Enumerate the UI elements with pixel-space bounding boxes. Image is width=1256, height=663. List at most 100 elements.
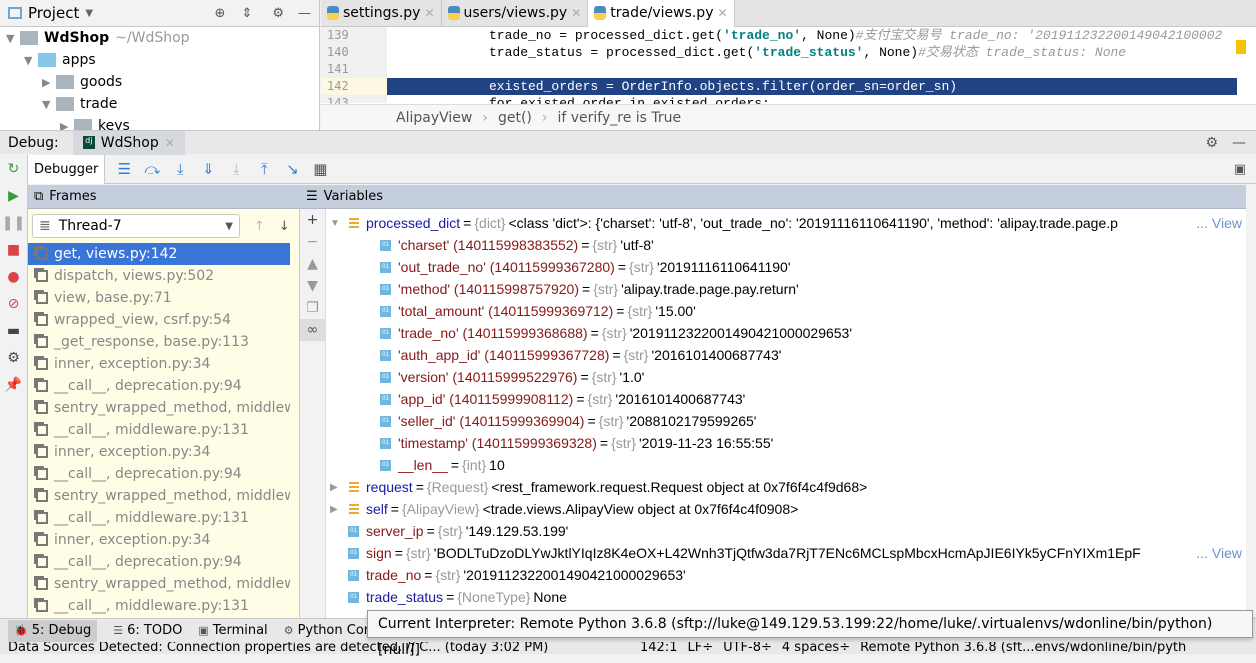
pause-icon[interactable]: ❚❚ xyxy=(0,209,27,236)
frame-item[interactable]: __call__, middleware.py:131 xyxy=(28,595,290,617)
close-icon[interactable]: ✕ xyxy=(717,6,727,20)
force-step-into-icon[interactable]: ⤓ xyxy=(227,160,245,178)
settings-icon[interactable]: ⚙ xyxy=(0,344,27,371)
frame-item[interactable]: view, base.py:71 xyxy=(28,287,290,309)
frame-item[interactable]: sentry_wrapped_method, middleware.py:124 xyxy=(28,573,290,595)
breadcrumb-item[interactable]: AlipayView xyxy=(396,110,472,126)
variable-row[interactable]: 01 'trade_no' (140115999368688) = {str} '201… xyxy=(330,322,1242,344)
variable-row[interactable]: 01 trade_status = {NoneType} None xyxy=(330,586,1242,608)
project-title[interactable]: Project xyxy=(28,4,79,22)
variable-row[interactable]: 01 trade_no = {str} '20191123220014904210000… xyxy=(330,564,1242,586)
variable-row[interactable]: 01 server_ip = {str} '149.129.53.199' xyxy=(330,520,1242,542)
variable-row[interactable]: ▼ processed_dict = {dict} <class 'dict'>: {'… xyxy=(330,212,1242,234)
editor-tab[interactable]: users/views.py ✕ xyxy=(442,0,589,27)
close-icon[interactable]: ✕ xyxy=(571,6,581,20)
evaluate-expression-icon[interactable]: ▦ xyxy=(311,160,329,178)
tree-item[interactable]: ▼ WdShop ~/WdShop xyxy=(0,27,319,49)
expanded-arrow-icon[interactable]: ▼ xyxy=(42,98,56,111)
resume-icon[interactable]: ▶ xyxy=(0,182,27,209)
tab-debugger[interactable]: Debugger xyxy=(28,154,106,184)
frame-item[interactable]: inner, exception.py:34 xyxy=(28,529,290,551)
step-into-my-code-icon[interactable]: ⇓ xyxy=(199,160,217,178)
gear-icon[interactable]: ⚙ xyxy=(272,6,284,21)
breadcrumb-item[interactable]: if verify_re is True xyxy=(557,110,681,126)
view-link[interactable]: ... View xyxy=(1196,545,1242,561)
frame-item[interactable]: __call__, deprecation.py:94 xyxy=(28,463,290,485)
variable-row[interactable]: 01 sign = {str} 'BODLTuDzoDLYwJktlYIqIz8K4eO… xyxy=(330,542,1242,564)
move-up-icon[interactable]: ▲ xyxy=(300,253,325,275)
interpreter-selector[interactable]: Remote Python 3.6.8 (sft...envs/wdonline… xyxy=(860,642,1186,654)
caret-position[interactable]: 142:1 xyxy=(640,642,677,654)
frame-item[interactable]: dispatch, views.py:502 xyxy=(28,265,290,287)
remove-watch-icon[interactable]: − xyxy=(300,231,325,253)
frame-item[interactable]: inner, exception.py:34 xyxy=(28,353,290,375)
line-separator[interactable]: LF÷ xyxy=(687,642,713,654)
collapsed-arrow-icon[interactable]: ▶ xyxy=(42,76,56,89)
code-line[interactable]: trade_status = processed_dict.get('trade… xyxy=(387,44,1237,61)
breadcrumb-item[interactable]: get() xyxy=(498,110,532,126)
editor-tab[interactable]: settings.py ✕ xyxy=(321,0,442,27)
add-watch-icon[interactable]: + xyxy=(300,209,325,231)
collapse-icon[interactable]: ⇕ xyxy=(241,6,252,21)
frame-item[interactable]: sentry_wrapped_method, middleware.py:124 xyxy=(28,397,290,419)
variable-row[interactable]: 01 'timestamp' (140115999369328) = {str} '20… xyxy=(330,432,1242,454)
indent-setting[interactable]: 4 spaces÷ xyxy=(782,642,850,654)
frame-item[interactable]: __call__, deprecation.py:94 xyxy=(28,551,290,573)
variable-row[interactable]: 01 'total_amount' (140115999369712) = {str}… xyxy=(330,300,1242,322)
code-line[interactable]: existed_orders = OrderInfo.objects.filte… xyxy=(387,78,1237,95)
next-frame-icon[interactable]: ↓ xyxy=(279,219,290,234)
expanded-arrow-icon[interactable]: ▼ xyxy=(24,54,38,67)
variable-row[interactable]: ▶ request = {Request} <rest_framework.reques… xyxy=(330,476,1242,498)
glasses-icon[interactable]: ∞ xyxy=(300,319,325,341)
variable-row[interactable]: ▶ self = {AlipayView} <trade.views.AlipayVie… xyxy=(330,498,1242,520)
variable-row[interactable]: 01 'method' (140115998757920) = {str}'alipa… xyxy=(330,278,1242,300)
code-line[interactable] xyxy=(387,61,1237,78)
variable-row[interactable]: 01 'auth_app_id' (140115999367728) = {str} '… xyxy=(330,344,1242,366)
frame-item[interactable]: __call__, middleware.py:131 xyxy=(28,419,290,441)
rerun-icon[interactable]: ↻ xyxy=(0,155,27,182)
minimize-icon[interactable]: — xyxy=(1232,135,1246,151)
close-icon[interactable]: ✕ xyxy=(165,136,175,150)
expanded-arrow-icon[interactable]: ▼ xyxy=(6,32,20,45)
variable-row[interactable]: 01 __len__ = {int} 10 xyxy=(330,454,1242,476)
variable-row[interactable]: 01 'version' (140115999522976) = {str} '1.0' xyxy=(330,366,1242,388)
variable-row[interactable]: 01 'out_trade_no' (140115999367280) = {str}… xyxy=(330,256,1242,278)
tool-window-tab[interactable]: ▣ Terminal xyxy=(198,623,267,638)
view-link[interactable]: ... View xyxy=(1196,215,1242,231)
variable-row[interactable]: 01 'seller_id' (140115999369904) = {str} '20… xyxy=(330,410,1242,432)
chevron-down-icon[interactable]: ▼ xyxy=(85,8,93,19)
close-icon[interactable]: ✕ xyxy=(424,6,434,20)
warning-marker[interactable] xyxy=(1236,40,1246,54)
frame-item[interactable]: __call__, middleware.py:131 xyxy=(28,507,290,529)
minimize-icon[interactable]: — xyxy=(298,6,311,21)
stop-icon[interactable]: ■ xyxy=(0,236,27,263)
step-into-icon[interactable]: ⤓ xyxy=(171,160,189,178)
frame-item[interactable]: inner, exception.py:34 xyxy=(28,441,290,463)
copy-watch-icon[interactable]: ❐ xyxy=(300,297,325,319)
step-over-icon[interactable]: ⤼ xyxy=(143,160,161,178)
locate-icon[interactable]: ⊕ xyxy=(215,6,226,21)
expanded-arrow-icon[interactable]: ▼ xyxy=(330,218,346,229)
frame-item[interactable]: wrapped_view, csrf.py:54 xyxy=(28,309,290,331)
collapsed-arrow-icon[interactable]: ▶ xyxy=(330,482,346,493)
run-to-cursor-icon[interactable]: ↘ xyxy=(283,160,301,178)
mute-breakpoints-icon[interactable]: ⊘ xyxy=(0,290,27,317)
code-line[interactable]: trade_no = processed_dict.get('trade_no'… xyxy=(387,27,1237,44)
debug-session-tab[interactable]: dj WdShop ✕ xyxy=(72,130,185,155)
frame-item[interactable]: __call__, deprecation.py:94 xyxy=(28,375,290,397)
collapsed-arrow-icon[interactable]: ▶ xyxy=(330,504,346,515)
frame-item[interactable]: get, views.py:142 xyxy=(28,243,290,265)
thread-dropdown[interactable]: ≣ Thread-7 ▼ xyxy=(32,214,240,238)
frame-item[interactable]: _get_response, base.py:113 xyxy=(28,331,290,353)
tree-item[interactable]: ▼ trade xyxy=(0,93,319,115)
variable-row[interactable]: 01 'app_id' (140115999908112) = {str} '20161… xyxy=(330,388,1242,410)
move-down-icon[interactable]: ▼ xyxy=(300,275,325,297)
pin-icon[interactable]: 📌 xyxy=(0,371,27,398)
editor-tab[interactable]: trade/views.py ✕ xyxy=(588,0,735,27)
view-breakpoints-icon[interactable]: ● xyxy=(0,263,27,290)
previous-frame-icon[interactable]: ↑ xyxy=(254,219,265,234)
tree-item[interactable]: ▶ goods xyxy=(0,71,319,93)
frame-item[interactable]: sentry_wrapped_method, middleware.py:124 xyxy=(28,485,290,507)
code-area[interactable]: trade_no = processed_dict.get('trade_no'… xyxy=(387,27,1237,111)
gear-icon[interactable]: ⚙ xyxy=(1205,135,1218,151)
